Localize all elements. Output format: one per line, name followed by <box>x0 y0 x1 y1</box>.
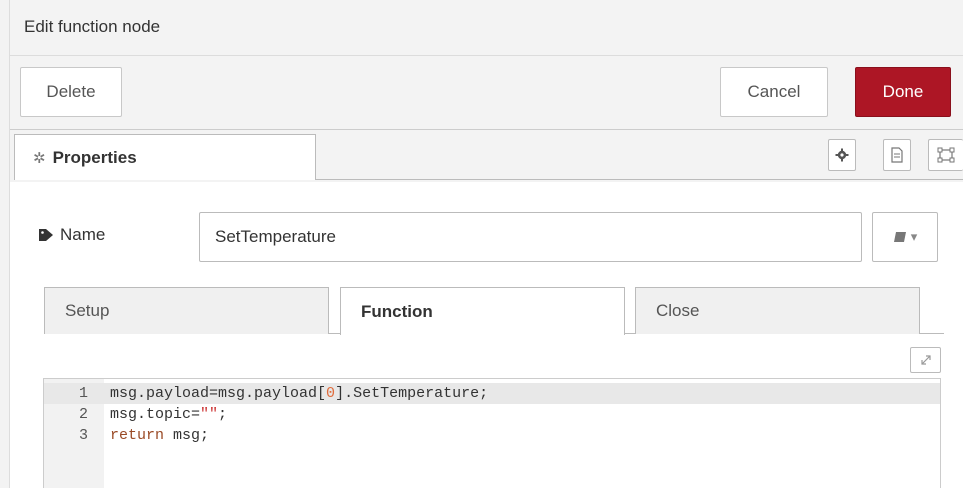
code-text: return msg; <box>110 427 210 444</box>
code-text: msg.topic=""; <box>110 406 228 423</box>
code-editor[interactable]: 1 msg.payload=msg.payload[0].SetTemperat… <box>43 378 941 488</box>
delete-button[interactable]: Delete <box>20 67 122 117</box>
code-line[interactable]: 2 msg.topic=""; <box>44 404 940 425</box>
name-label-text: Name <box>60 225 106 244</box>
chevron-down-icon: ▾ <box>910 229 918 244</box>
tab-function[interactable]: Function <box>340 287 625 335</box>
appearance-tab-button[interactable] <box>928 139 963 171</box>
line-number: 2 <box>78 406 88 423</box>
done-button[interactable]: Done <box>855 67 951 117</box>
book-icon <box>893 232 906 242</box>
tray-header: Edit function node <box>10 0 963 56</box>
tab-strip: ✲ Properties <box>10 130 963 182</box>
line-number: 3 <box>78 427 88 444</box>
expand-editor-button[interactable] <box>910 347 941 373</box>
gear-icon <box>835 148 849 162</box>
line-number: 1 <box>78 385 88 402</box>
tab-properties-label: Properties <box>52 147 137 167</box>
code-line[interactable]: 3 return msg; <box>44 425 940 446</box>
settings-tab-button[interactable] <box>828 139 856 171</box>
function-sub-tabs: Setup Function Close <box>44 287 944 335</box>
description-tab-button[interactable] <box>883 139 911 171</box>
tab-properties[interactable]: ✲ Properties <box>14 134 316 180</box>
left-edge-panel <box>0 0 10 488</box>
name-label: Name <box>38 225 105 245</box>
name-input[interactable] <box>199 212 862 262</box>
description-icon <box>891 147 903 163</box>
tab-close[interactable]: Close <box>635 287 920 334</box>
tray-toolbar: Delete Cancel Done <box>10 56 963 130</box>
appearance-icon <box>937 147 955 163</box>
expand-icon <box>920 355 931 365</box>
tab-setup[interactable]: Setup <box>44 287 329 334</box>
code-line[interactable]: 1 msg.payload=msg.payload[0].SetTemperat… <box>44 383 940 404</box>
code-text: msg.payload=msg.payload[0].SetTemperatur… <box>110 385 489 402</box>
gear-icon: ✲ <box>33 149 46 167</box>
dialog-title: Edit function node <box>24 17 161 36</box>
icon-select-button[interactable]: ▾ <box>872 212 938 262</box>
tag-icon <box>39 229 53 241</box>
cancel-button[interactable]: Cancel <box>720 67 828 117</box>
